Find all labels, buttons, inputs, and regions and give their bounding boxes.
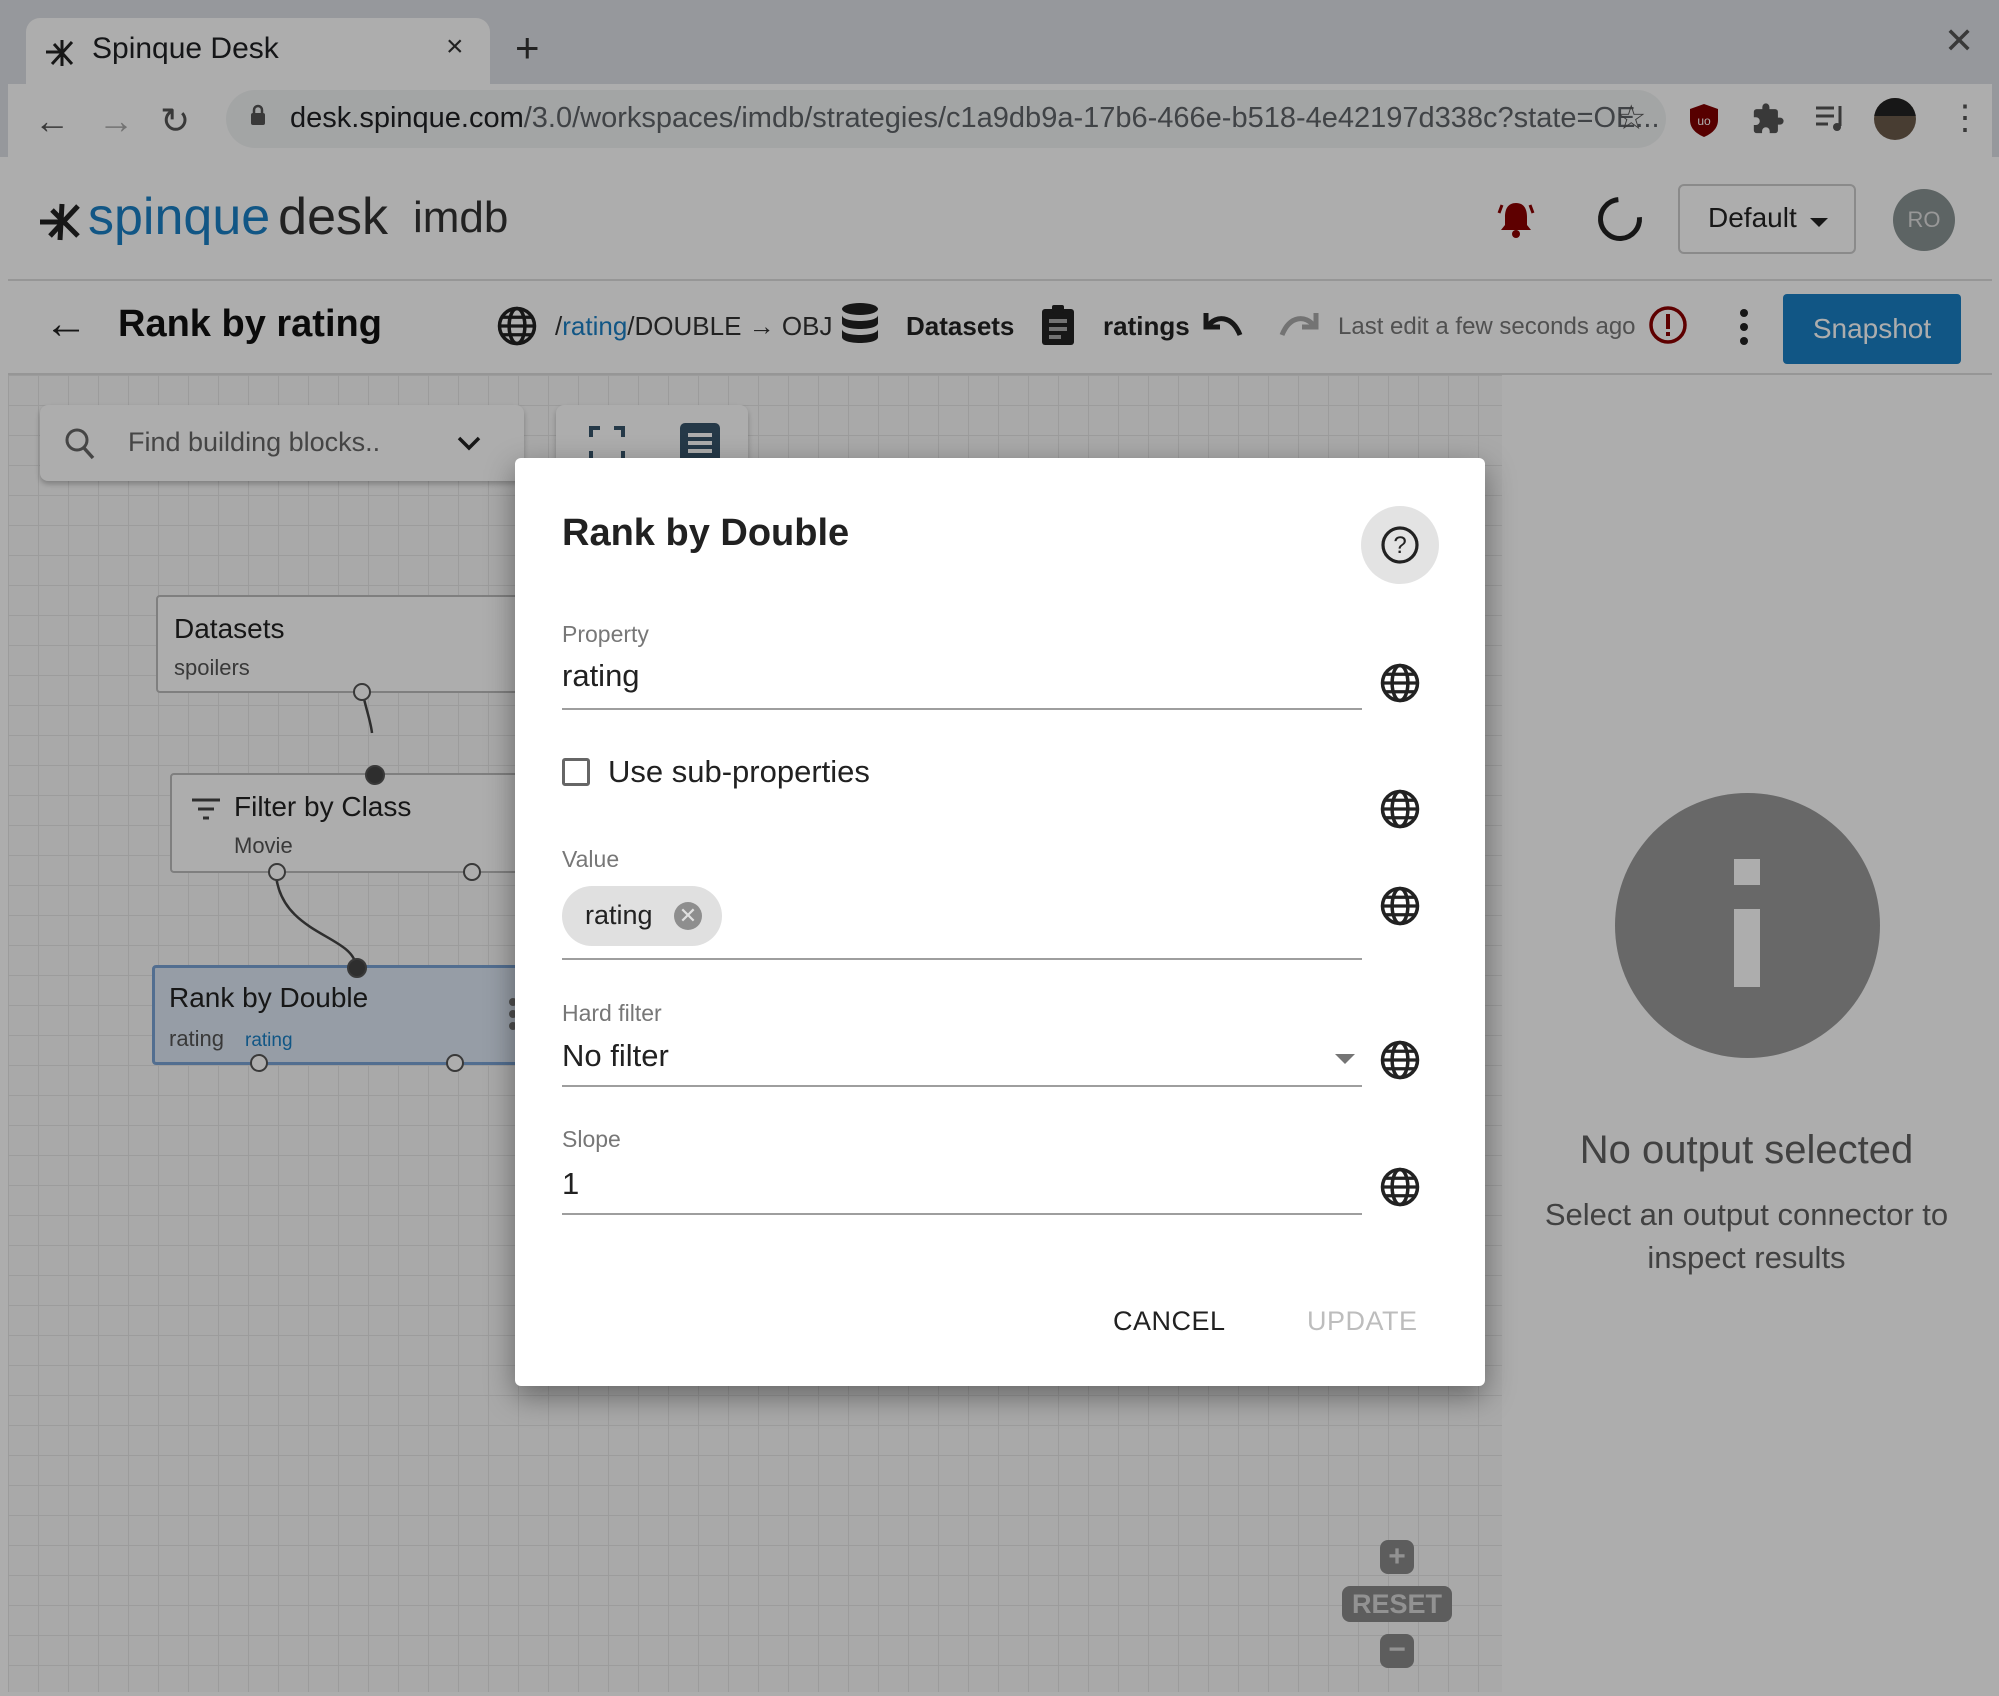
dialog-title: Rank by Double [562, 512, 850, 554]
value-label: Value [562, 846, 620, 872]
update-button[interactable]: UPDATE [1307, 1306, 1418, 1337]
help-icon: ? [1381, 526, 1419, 564]
hard-filter-label: Hard filter [562, 1000, 662, 1026]
sub-properties-globe-icon[interactable] [1379, 788, 1421, 830]
help-button[interactable]: ? [1361, 506, 1439, 584]
hard-filter-select[interactable]: No filter [562, 1038, 669, 1074]
use-sub-properties-label[interactable]: Use sub-properties [608, 754, 870, 790]
cancel-button[interactable]: CANCEL [1113, 1306, 1226, 1337]
slope-globe-icon[interactable] [1379, 1166, 1421, 1208]
slope-label: Slope [562, 1126, 621, 1152]
property-label: Property [562, 621, 649, 647]
hard-filter-underline [562, 1085, 1362, 1087]
slope-input[interactable]: 1 [562, 1166, 579, 1202]
hard-filter-dropdown-icon[interactable] [1335, 1054, 1355, 1064]
value-globe-icon[interactable] [1379, 885, 1421, 927]
value-chip[interactable]: rating ✕ [562, 886, 722, 946]
slope-underline [562, 1213, 1362, 1215]
hard-filter-globe-icon[interactable] [1379, 1039, 1421, 1081]
rank-by-double-dialog: Rank by Double ? Property rating Use sub… [515, 458, 1485, 1386]
property-underline [562, 708, 1362, 710]
use-sub-properties-checkbox[interactable] [562, 758, 590, 786]
property-input[interactable]: rating [562, 658, 640, 694]
chip-remove-icon[interactable]: ✕ [674, 902, 702, 930]
chip-label: rating [585, 900, 653, 930]
property-globe-icon[interactable] [1379, 662, 1421, 704]
value-underline [562, 958, 1362, 960]
svg-text:?: ? [1393, 532, 1406, 559]
